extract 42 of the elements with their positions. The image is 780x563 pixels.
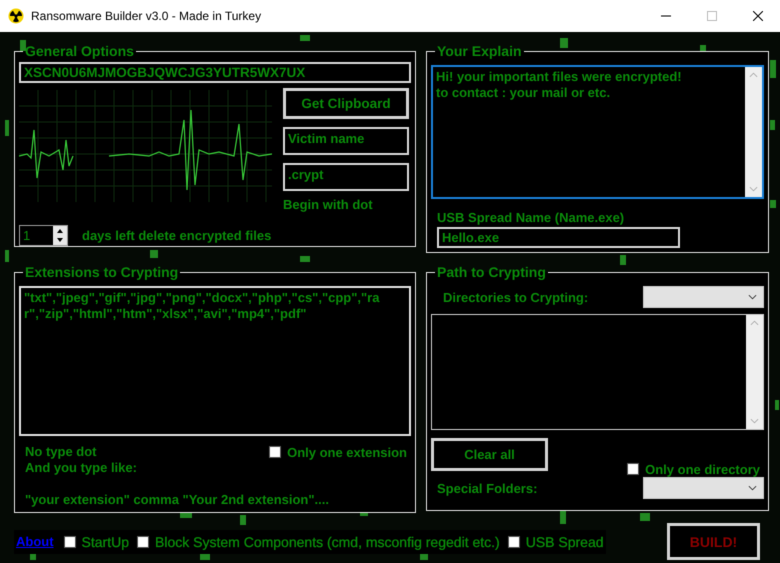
checkbox[interactable]	[627, 463, 640, 475]
message-text-area[interactable]: Hi! your important files were encrypted! to contact : your mail or etc.	[431, 65, 764, 199]
checkbox-label[interactable]: StartUp	[82, 534, 130, 550]
get-clipboard-button[interactable]: Get Clipboard	[283, 88, 409, 119]
radiation-icon	[8, 8, 24, 24]
checkbox-label[interactable]: Block System Components (cmd, msconfig regedit etc.)	[155, 534, 500, 550]
victim-name-field[interactable]: Victim name	[283, 127, 409, 155]
checkbox[interactable]	[269, 446, 282, 458]
directories-list[interactable]	[431, 314, 764, 430]
message-line: Hi! your important files were encrypted!	[436, 69, 683, 85]
extension-hint: Begin with dot	[283, 197, 374, 212]
special-folders-label: Special Folders:	[437, 480, 538, 496]
group-title: Extensions to Crypting	[24, 265, 180, 279]
about-link[interactable]: About	[16, 534, 54, 549]
down-arrow-icon[interactable]	[56, 237, 64, 244]
days-label: days left delete encrypted files	[82, 228, 272, 243]
checkbox-label[interactable]: USB Spread	[526, 534, 604, 550]
usb-name-field[interactable]: Hello.exe	[437, 227, 680, 248]
checkbox-label[interactable]: Only one directory	[645, 462, 760, 476]
group-title: Your Explain	[436, 44, 523, 58]
checkbox[interactable]	[64, 536, 76, 548]
hint-text: And you type like:	[25, 460, 137, 475]
key-field[interactable]: XSCN0U6MJMOGBJQWCJG3YUTR5WX7UX	[19, 62, 411, 83]
group-title: General Options	[24, 44, 135, 58]
usb-name-label: USB Spread Name (Name.exe)	[437, 210, 626, 225]
window-title: Ransomware Builder v3.0 - Made in Turkey	[31, 9, 262, 23]
group-title: Path to Crypting	[436, 265, 547, 279]
up-arrow-icon[interactable]	[56, 228, 64, 234]
hint-text: No type dot	[25, 444, 98, 459]
close-icon[interactable]	[753, 11, 763, 21]
chevron-down-icon	[748, 485, 757, 491]
checkbox[interactable]	[137, 536, 150, 548]
chevron-down-icon	[748, 294, 757, 300]
example-text: "your extension" comma "Your 2nd extension"....	[25, 492, 330, 507]
checkbox[interactable]	[508, 536, 520, 548]
directories-label: Directories to Crypting:	[442, 290, 588, 304]
extension-field[interactable]: .crypt	[283, 163, 409, 191]
days-spinner[interactable]: 1	[19, 225, 68, 246]
message-line: to contact : your mail or etc.	[436, 85, 612, 101]
checkbox-label[interactable]: Only one extension	[287, 444, 407, 460]
clear-all-button[interactable]: Clear all	[431, 438, 548, 471]
extensions-text-area[interactable]: "txt","jpeg","gif","jpg","png","docx","php","cs","cpp","rar","zip","html","htm","xlsx","avi","mp4","pdf"	[19, 286, 411, 436]
